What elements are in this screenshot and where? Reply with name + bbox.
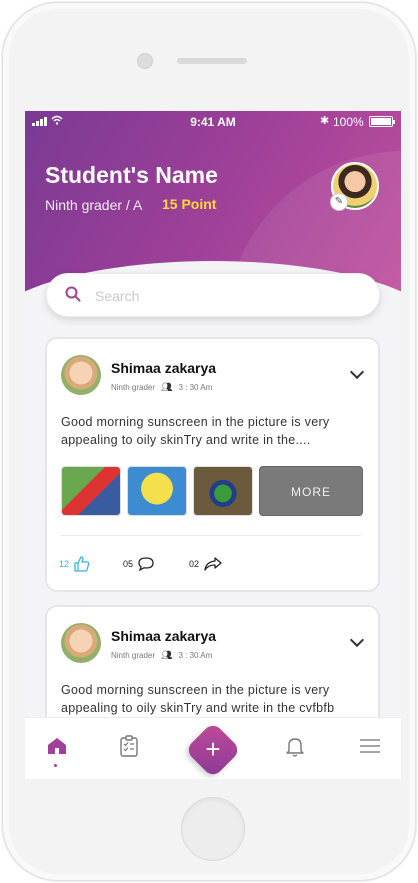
search-input[interactable]	[95, 284, 355, 308]
home-icon[interactable]	[45, 734, 69, 758]
camera	[137, 53, 153, 69]
divider	[61, 535, 361, 536]
chevron-down-icon[interactable]	[349, 364, 365, 380]
post-image[interactable]	[61, 466, 121, 516]
bottom-tab-bar: +	[25, 717, 401, 779]
status-bar: 9:41 AM ✱ 100%	[25, 111, 401, 131]
speaker	[177, 58, 247, 64]
post-text: Good morning sunscreen in the picture is…	[61, 415, 330, 447]
post-image[interactable]	[193, 466, 253, 516]
post-text: Good morning sunscreen in the picture is…	[61, 683, 335, 715]
thumbs-up-icon	[74, 556, 90, 572]
share-count: 02	[189, 559, 200, 569]
bluetooth-icon: ✱	[320, 115, 330, 127]
post-card[interactable]: Shimaa zakarya Ninth grader 👥︎ 3 : 30 Am…	[45, 337, 380, 592]
more-images-button[interactable]: MORE	[259, 466, 363, 516]
more-label: MORE	[291, 485, 331, 499]
active-indicator	[54, 764, 57, 767]
tasks-icon[interactable]	[117, 734, 141, 758]
search-bar[interactable]	[46, 273, 380, 317]
comment-icon	[138, 557, 154, 572]
post-images: MORE	[61, 466, 363, 516]
edit-profile-icon[interactable]: ✎	[330, 193, 348, 211]
post-time: 3 : 30 Am	[178, 651, 213, 660]
bell-icon[interactable]	[283, 734, 307, 758]
comment-button[interactable]: 05	[123, 556, 189, 572]
search-icon	[65, 286, 81, 302]
chevron-down-icon[interactable]	[349, 632, 365, 648]
post-author[interactable]: Shimaa zakarya	[111, 360, 216, 376]
student-grade: Ninth grader / A	[45, 197, 143, 213]
student-points: 15 Point	[162, 196, 217, 212]
post-author[interactable]: Shimaa zakarya	[111, 628, 216, 644]
phone-frame: 9:41 AM ✱ 100% Student's Name Ninth grad…	[2, 2, 416, 881]
battery-percent: 100%	[333, 115, 364, 129]
like-count: 12	[59, 559, 70, 569]
group-icon: 👥︎	[161, 650, 173, 660]
battery-icon	[369, 116, 395, 127]
post-image[interactable]	[127, 466, 187, 516]
group-icon: 👥︎	[161, 382, 173, 392]
comment-count: 05	[123, 559, 134, 569]
post-meta: Ninth grader 👥︎ 3 : 30 Am	[111, 650, 212, 661]
author-grade: Ninth grader	[111, 651, 156, 660]
menu-icon[interactable]	[358, 734, 382, 758]
author-avatar[interactable]	[61, 623, 101, 663]
device-home-button[interactable]	[181, 797, 245, 861]
author-avatar[interactable]	[61, 355, 101, 395]
post-meta: Ninth grader 👥︎ 3 : 30 Am	[111, 382, 212, 393]
share-icon	[204, 557, 222, 571]
add-icon: +	[205, 734, 221, 764]
add-button[interactable]: +	[184, 721, 242, 779]
share-button[interactable]: 02	[189, 556, 223, 572]
app-screen: 9:41 AM ✱ 100% Student's Name Ninth grad…	[25, 111, 401, 779]
post-time: 3 : 30 Am	[178, 383, 213, 392]
author-grade: Ninth grader	[111, 383, 156, 392]
like-button[interactable]: 12	[59, 555, 123, 573]
student-name: Student's Name	[45, 162, 218, 188]
post-actions: 12 05 02	[59, 555, 223, 573]
